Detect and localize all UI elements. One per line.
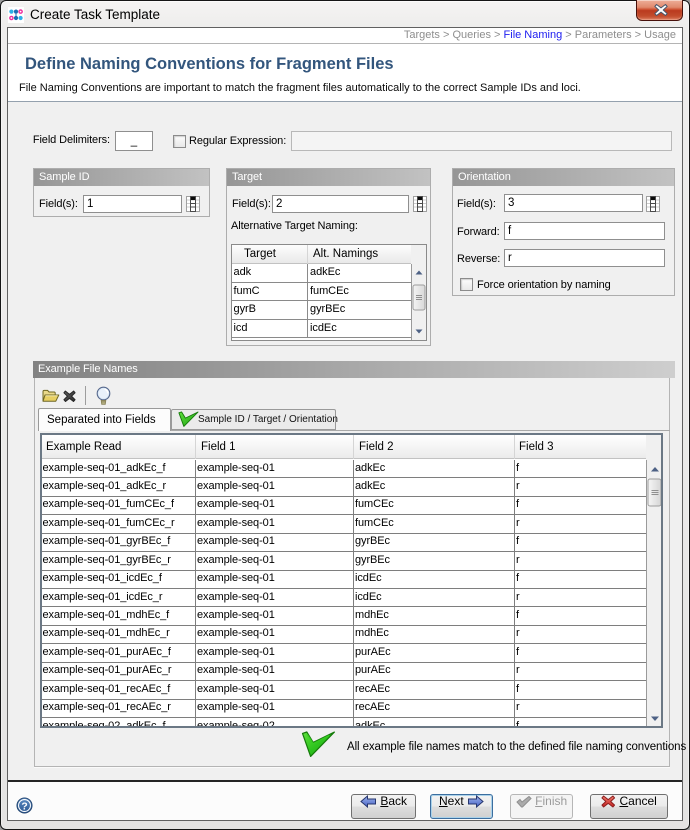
- svg-text:?: ?: [21, 801, 27, 812]
